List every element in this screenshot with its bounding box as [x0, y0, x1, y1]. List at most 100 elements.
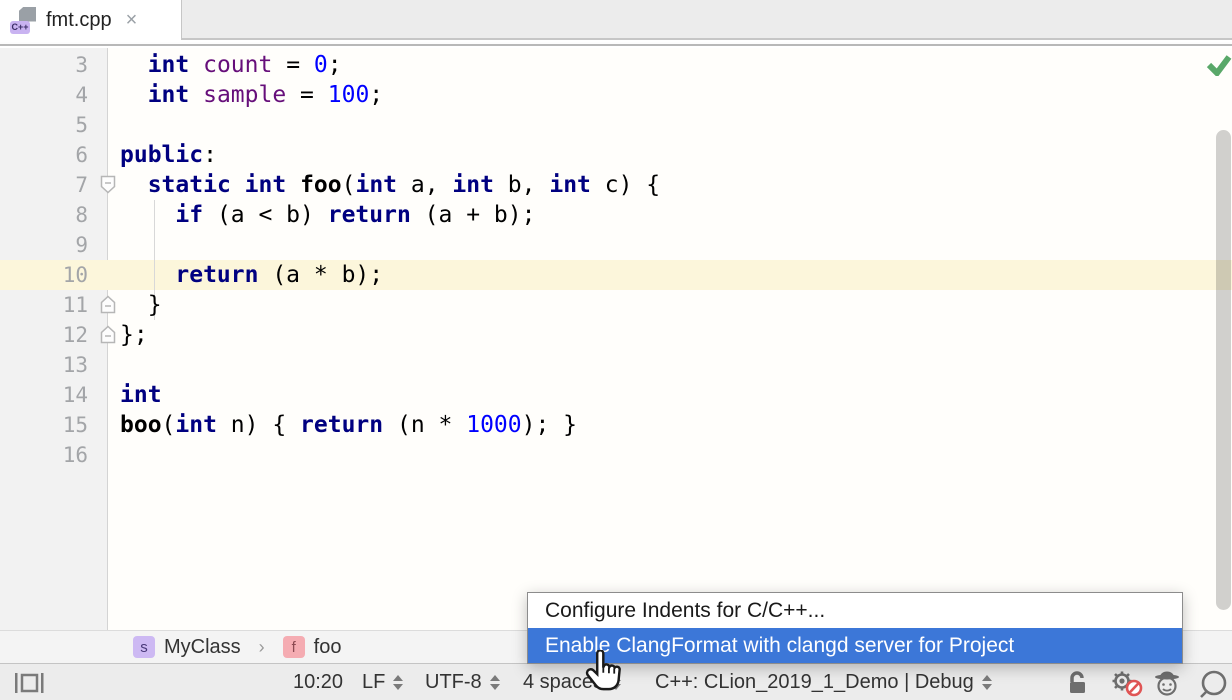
code-token: int	[355, 172, 397, 198]
tab-label: fmt.cpp	[46, 9, 112, 32]
code-line-14[interactable]: int	[120, 380, 162, 410]
code-token: (	[162, 412, 176, 438]
fold-start-icon[interactable]	[100, 175, 116, 194]
code-token	[189, 52, 203, 78]
line-number[interactable]: 3	[0, 50, 88, 80]
tab-fmt-cpp[interactable]: C++ fmt.cpp ×	[0, 0, 182, 40]
menu-item-enable-clangformat[interactable]: Enable ClangFormat with clangd server fo…	[528, 628, 1182, 663]
code-line-11[interactable]: }	[120, 290, 162, 320]
code-line-7[interactable]: static int foo(int a, int b, int c) {	[120, 170, 660, 200]
code-token: };	[120, 322, 148, 348]
code-line-12[interactable]: };	[120, 320, 148, 350]
code-token: int	[245, 172, 287, 198]
line-number[interactable]: 11	[0, 290, 88, 320]
code-token: ); }	[522, 412, 577, 438]
code-token	[120, 262, 175, 288]
line-number[interactable]: 13	[0, 350, 88, 380]
hector-inspector-icon[interactable]	[1152, 670, 1182, 697]
line-number[interactable]: 14	[0, 380, 88, 410]
code-token: foo	[300, 172, 342, 198]
line-number[interactable]: 4	[0, 80, 88, 110]
search-icon[interactable]	[1198, 670, 1232, 698]
line-number[interactable]: 8	[0, 200, 88, 230]
code-token: 100	[328, 82, 370, 108]
cpp-file-icon-page	[19, 7, 36, 22]
code-line-4[interactable]: int sample = 100;	[120, 80, 383, 110]
cpp-file-icon-badge: C++	[10, 21, 30, 34]
code-token: (a * b);	[258, 262, 383, 288]
cpp-file-icon: C++	[10, 7, 37, 34]
chevron-right-icon: ›	[259, 637, 265, 658]
code-token	[231, 172, 245, 198]
status-bar: 10:20 LF UTF-8 4 spaces C++: CLion_2019_…	[0, 663, 1232, 700]
code-line-15[interactable]: boo(int n) { return (n * 1000); }	[120, 410, 577, 440]
code-token: n) {	[217, 412, 300, 438]
code-line-3[interactable]: int count = 0;	[120, 50, 342, 80]
code-token	[120, 202, 175, 228]
code-token: (	[342, 172, 356, 198]
code-token: (a < b)	[203, 202, 328, 228]
chevron-updown-icon	[490, 675, 500, 690]
code-token: return	[300, 412, 383, 438]
code-token: =	[272, 52, 314, 78]
code-token: (a + b);	[411, 202, 536, 228]
code-token: a,	[397, 172, 452, 198]
code-token	[120, 172, 148, 198]
code-token: sample	[203, 82, 286, 108]
code-editor[interactable]: 345678910111213141516 int count = 0; int…	[0, 48, 1232, 630]
code-token: int	[175, 412, 217, 438]
line-number[interactable]: 12	[0, 320, 88, 350]
status-indent[interactable]: 4 spaces	[523, 669, 621, 695]
code-token: }	[120, 292, 162, 318]
code-token: ;	[369, 82, 383, 108]
line-number[interactable]: 10	[0, 260, 88, 290]
line-number[interactable]: 9	[0, 230, 88, 260]
line-number[interactable]: 7	[0, 170, 88, 200]
function-icon: f	[283, 636, 305, 658]
status-toolchain-label: C++: CLion_2019_1_Demo | Debug	[655, 669, 974, 695]
code-line-10[interactable]: return (a * b);	[120, 260, 383, 290]
line-number[interactable]: 16	[0, 440, 88, 470]
code-token	[120, 82, 148, 108]
chevron-updown-icon	[611, 675, 621, 690]
code-token: int	[148, 52, 190, 78]
line-number[interactable]: 15	[0, 410, 88, 440]
status-line-separator-label: LF	[362, 669, 385, 695]
status-clock: 10:20	[293, 669, 343, 695]
code-line-8[interactable]: if (a < b) return (a + b);	[120, 200, 535, 230]
menu-item-configure-indents[interactable]: Configure Indents for C/C++...	[528, 593, 1182, 628]
status-encoding[interactable]: UTF-8	[425, 669, 500, 695]
code-token: return	[175, 262, 258, 288]
line-number[interactable]: 6	[0, 140, 88, 170]
code-token: (n *	[383, 412, 466, 438]
chevron-updown-icon	[393, 675, 403, 690]
breadcrumb-class[interactable]: MyClass	[164, 636, 241, 659]
status-toolchain-selector[interactable]: C++: CLion_2019_1_Demo | Debug	[655, 669, 992, 695]
code-token: boo	[120, 412, 162, 438]
code-token: b,	[494, 172, 549, 198]
editor-tab-bar: C++ fmt.cpp ×	[0, 0, 1232, 40]
unlock-icon[interactable]	[1066, 670, 1090, 696]
code-token: if	[175, 202, 203, 228]
code-token: static	[148, 172, 231, 198]
clion-window: C++ fmt.cpp × 345678910111213141516 int …	[0, 0, 1232, 700]
chevron-updown-icon	[982, 675, 992, 690]
status-encoding-label: UTF-8	[425, 669, 482, 695]
line-number[interactable]: 5	[0, 110, 88, 140]
status-line-separator[interactable]: LF	[362, 669, 403, 695]
editor-scrollbar[interactable]	[1216, 130, 1231, 610]
close-tab-icon[interactable]: ×	[126, 10, 138, 30]
fold-end-icon[interactable]	[100, 295, 116, 314]
breadcrumb-function[interactable]: foo	[314, 636, 342, 659]
code-token	[286, 172, 300, 198]
fold-end-icon[interactable]	[100, 325, 116, 344]
code-token: ;	[328, 52, 342, 78]
clangformat-disabled-gear-icon[interactable]	[1110, 670, 1144, 697]
code-token	[189, 82, 203, 108]
code-token: 0	[314, 52, 328, 78]
code-token: int	[549, 172, 591, 198]
toolwindows-toggle-icon[interactable]	[14, 672, 44, 694]
status-indent-label: 4 spaces	[523, 669, 603, 695]
inspections-ok-check-icon[interactable]	[1206, 54, 1232, 76]
code-line-6[interactable]: public:	[120, 140, 217, 170]
